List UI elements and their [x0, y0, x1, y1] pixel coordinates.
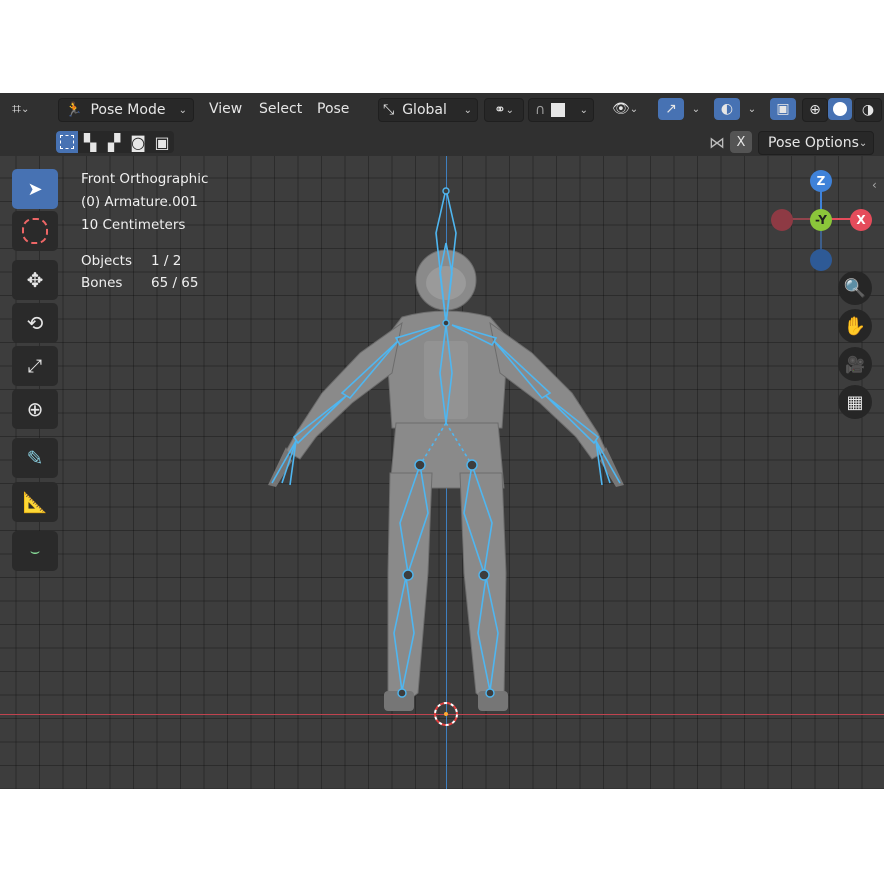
- gizmo-neg-x-axis[interactable]: [771, 209, 793, 231]
- mode-dropdown[interactable]: 🏃 Pose Mode ⌄: [58, 98, 194, 122]
- tool-scale[interactable]: ⤢: [12, 346, 58, 386]
- select-mode-group: ▚ ▞ ◙ ▣: [56, 131, 174, 153]
- snap-toggle[interactable]: ∩ ⌄: [528, 98, 594, 122]
- ortho-toggle-button[interactable]: ▦: [838, 385, 872, 419]
- bones-count: 65 / 65: [151, 275, 199, 291]
- chevron-down-icon: ⌄: [178, 104, 187, 116]
- tool-settings-bar: ▚ ▞ ◙ ▣ ⋈ X Pose Options ⌄: [0, 126, 884, 156]
- visibility-icon: 👁: [612, 101, 630, 117]
- gizmo-dropdown[interactable]: ⌄: [686, 98, 706, 120]
- shading-wireframe[interactable]: ⊕: [802, 98, 828, 122]
- tool-cursor[interactable]: [12, 211, 58, 251]
- pose-options-label: Pose Options: [768, 135, 859, 151]
- tool-measure[interactable]: 📐: [12, 482, 58, 522]
- select-box-icon: ➤: [27, 178, 43, 200]
- grid-icon: ▦: [846, 391, 864, 413]
- zoom-icon: 🔍: [843, 277, 867, 299]
- visibility-dropdown[interactable]: 👁 ⌄: [612, 98, 652, 120]
- tool-select-box[interactable]: ➤: [12, 169, 58, 209]
- tool-move[interactable]: ✥: [12, 260, 58, 300]
- rotate-icon: ⟲: [26, 311, 44, 335]
- transform-orientation-icon: ⤡: [383, 102, 395, 118]
- menu-pose[interactable]: Pose: [317, 98, 349, 120]
- move-icon: ✥: [26, 268, 44, 292]
- pose-options-dropdown[interactable]: Pose Options ⌄: [758, 131, 874, 155]
- select-intersect-icon[interactable]: ▣: [150, 131, 174, 153]
- mirror-icon[interactable]: ⋈: [706, 131, 728, 153]
- chevron-down-icon: ⌄: [463, 104, 472, 116]
- transform-orientation-dropdown[interactable]: ⤡ Global ⌄: [378, 98, 478, 122]
- view-name: Front Orthographic: [81, 171, 209, 187]
- relax-icon: ⌣: [29, 541, 41, 560]
- pan-button[interactable]: ✋: [838, 309, 872, 343]
- chevron-down-icon: ⌄: [21, 103, 30, 115]
- wireframe-shading-icon: ⊕: [809, 102, 821, 118]
- tool-transform[interactable]: ⊕: [12, 389, 58, 429]
- snap-icon: ∩: [535, 102, 546, 118]
- viewport-header: ⌗ ⌄ 🏃 Pose Mode ⌄ View Select Pose ⤡ Glob…: [0, 93, 884, 126]
- snap-target-icon: [551, 103, 566, 117]
- gizmo-neg-y-axis[interactable]: -Y: [810, 209, 832, 231]
- gizmo-toggle[interactable]: ↗: [658, 98, 684, 120]
- zoom-button[interactable]: 🔍: [838, 271, 872, 305]
- chevron-down-icon: ⌄: [858, 137, 868, 149]
- tool-relax[interactable]: ⌣: [12, 531, 58, 571]
- select-new-icon[interactable]: [56, 131, 78, 153]
- gizmo-x-axis[interactable]: X: [850, 209, 872, 231]
- transform-orientation-label: Global: [402, 102, 447, 118]
- 3d-viewport[interactable]: ⌗ ⌄ 🏃 Pose Mode ⌄ View Select Pose ⤡ Glob…: [0, 93, 884, 789]
- objects-label: Objects: [81, 253, 133, 269]
- menu-view[interactable]: View: [209, 98, 242, 120]
- mode-label: Pose Mode: [90, 102, 166, 118]
- editor-type-icon: ⌗: [12, 99, 22, 118]
- shading-material[interactable]: ◑: [854, 98, 882, 122]
- xray-icon: ▣: [776, 101, 790, 117]
- shading-solid[interactable]: [828, 98, 852, 120]
- gizmo-icon: ↗: [665, 101, 677, 117]
- scale-icon: ⤢: [27, 355, 43, 377]
- measure-icon: 📐: [22, 490, 48, 514]
- pose-mode-icon: 🏃: [65, 102, 83, 118]
- overlay-toggle[interactable]: ◐: [714, 98, 740, 120]
- annotate-icon: ✎: [26, 446, 44, 470]
- object-name: (0) Armature.001: [81, 194, 198, 210]
- pivot-icon: ⚭: [493, 102, 506, 118]
- select-extend-icon[interactable]: ▚: [78, 131, 102, 153]
- editor-type-button[interactable]: ⌗ ⌄: [12, 98, 50, 120]
- camera-icon: 🎥: [845, 354, 865, 374]
- xray-toggle[interactable]: ▣: [770, 98, 796, 120]
- select-difference-icon[interactable]: ◙: [126, 131, 150, 153]
- hand-icon: ✋: [843, 315, 867, 337]
- camera-view-button[interactable]: 🎥: [838, 347, 872, 381]
- 3d-cursor: [434, 702, 458, 726]
- bones-label: Bones: [81, 275, 123, 291]
- objects-count: 1 / 2: [151, 253, 182, 269]
- solid-shading-icon: [833, 102, 847, 116]
- tool-rotate[interactable]: ⟲: [12, 303, 58, 343]
- select-subtract-icon[interactable]: ▞: [102, 131, 126, 153]
- x-mirror-button[interactable]: X: [730, 131, 752, 153]
- gizmo-z-axis[interactable]: Z: [810, 170, 832, 192]
- pivot-dropdown[interactable]: ⚭ ⌄: [484, 98, 524, 122]
- tool-annotate[interactable]: ✎: [12, 438, 58, 478]
- material-shading-icon: ◑: [861, 102, 875, 118]
- grid-scale: 10 Centimeters: [81, 217, 186, 233]
- transform-icon: ⊕: [26, 397, 44, 421]
- overlay-icon: ◐: [720, 101, 734, 117]
- cursor-icon: [22, 218, 48, 244]
- menu-select[interactable]: Select: [259, 98, 302, 120]
- overlay-dropdown[interactable]: ⌄: [742, 98, 762, 120]
- gizmo-neg-z-axis[interactable]: [810, 249, 832, 271]
